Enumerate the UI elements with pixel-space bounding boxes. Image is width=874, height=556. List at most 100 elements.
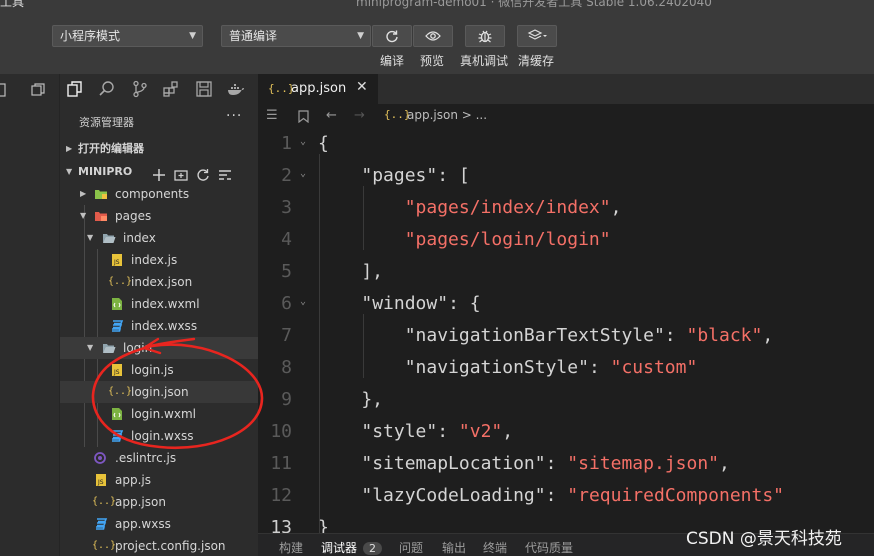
tree-item-index-folder[interactable]: ▼ index [60,227,258,249]
tab-label: 终端 [483,541,508,555]
code-line: { [318,133,329,154]
code-line: "navigationBarTextStyle": "black", [404,325,774,346]
wxss-file-icon [110,430,124,442]
search-icon[interactable] [98,80,116,98]
extensions-icon[interactable] [162,80,180,98]
explorer-title: 资源管理器 [79,116,134,129]
remote-debug-button[interactable] [465,25,505,47]
code-line: "window": { [361,293,481,314]
tree-item-index-wxss[interactable]: index.wxss [60,315,258,337]
panel-icon[interactable] [0,83,6,97]
tab-label: 构建 [279,541,304,555]
tree-item-label: login [123,341,153,355]
tree-item-app-wxss[interactable]: app.wxss [60,513,258,535]
preview-label: 预览 [420,54,445,68]
pages-folder-icon [94,210,108,222]
tab-output[interactable]: 输出 [442,539,466,556]
clear-cache-button[interactable] [517,25,557,47]
project-section[interactable]: ▼ MINIPRO [60,161,258,183]
arrow-right-icon[interactable]: → [354,108,365,123]
json-file-icon: {..} [92,496,117,507]
tree-item-index-json[interactable]: {..} index.json [60,271,258,293]
breadcrumb[interactable]: app.json > ... [407,108,487,122]
tab-problems[interactable]: 问题 [399,539,423,556]
source-control-icon[interactable] [131,80,149,98]
json-file-icon: {..} [108,386,133,397]
tree-item-index-js[interactable]: JS index.js [60,249,258,271]
copy-icon[interactable] [66,80,84,98]
code-editor[interactable]: 1 2 3 4 5 6 7 8 9 10 11 12 13 ⌄ ⌄ ⌄ { "p… [258,128,874,554]
wxml-file-icon [110,298,124,310]
code-line: "pages": [ [361,165,470,186]
collapse-all-icon[interactable] [218,168,232,182]
line-number: 9 [281,389,292,410]
mode-select[interactable]: 小程序模式 ▼ [52,25,203,47]
tree-item-label: app.wxss [115,517,171,531]
tree-item-eslintrc[interactable]: .eslintrc.js [60,447,258,469]
tree-item-label: index.json [131,275,193,289]
close-icon[interactable]: ✕ [356,79,368,95]
refresh-icon[interactable] [196,168,210,182]
code-line: "lazyCodeLoading": "requiredComponents" [361,485,785,506]
code-line: }, [318,389,384,410]
tree-item-label: pages [115,209,152,223]
code-line: "navigationStyle": "custom" [404,357,698,378]
arrow-left-icon[interactable]: ← [326,108,337,123]
remote-debug-label: 真机调试 [460,54,509,68]
tree-item-label: index [123,231,156,245]
tree-item-app-json[interactable]: {..} app.json [60,491,258,513]
editor-tab-bar: {..} app.json ✕ [258,74,874,104]
chevron-down-icon: ▼ [357,31,364,41]
preview-button[interactable] [413,25,453,47]
code-line: "pages/index/index", [404,197,622,218]
tab-code-quality[interactable]: 代码质量 [525,539,573,556]
new-folder-icon[interactable] [174,168,188,182]
code-line: "pages/login/login" [404,229,611,250]
tab-app-json[interactable]: {..} app.json ✕ [258,74,378,104]
tab-build[interactable]: 构建 [279,539,303,556]
open-editors-label: 打开的编辑器 [78,142,144,155]
fold-chevron-icon[interactable]: ⌄ [300,288,306,320]
tree-item-label: app.json [115,495,166,509]
list-icon[interactable]: ☰ [266,108,278,123]
tab-debugger[interactable]: 调试器 2 [321,539,383,556]
window-icon[interactable] [31,83,45,97]
editor-area: {..} app.json ✕ ☰ ← → {..} app.json > ..… [258,74,874,556]
tab-label: app.json [291,81,347,96]
tree-item-label: components [115,187,190,201]
compile-select[interactable]: 普通编译 ▼ [221,25,371,47]
compile-select-value: 普通编译 [229,29,278,43]
docker-icon[interactable] [227,80,245,98]
window-title-left: 工具 [0,0,25,9]
tab-label: 代码质量 [525,541,574,555]
compile-button[interactable] [372,25,412,47]
line-number: 3 [281,197,292,218]
fold-chevron-icon[interactable]: ⌄ [300,128,306,160]
tree-item-label: index.wxss [131,319,198,333]
tree-item-pages[interactable]: ▼ pages [60,205,258,227]
tree-item-login-js[interactable]: JS login.js [60,359,258,381]
count-badge: 2 [363,542,383,555]
js-file-icon: JS [110,254,124,266]
bug-icon [478,30,492,43]
tree-item-project-config[interactable]: {..} project.config.json [60,535,258,556]
bookmark-icon[interactable] [298,110,309,123]
tree-item-components[interactable]: ▶ components [60,183,258,205]
clear-cache-label: 清缓存 [518,54,555,68]
compile-label: 编译 [380,54,405,68]
fold-chevron-icon[interactable]: ⌄ [300,160,306,192]
new-file-icon[interactable] [152,168,166,182]
line-number: 11 [270,453,292,474]
tree-item-login-wxss[interactable]: login.wxss [60,425,258,447]
line-number: 10 [270,421,292,442]
tree-item-login-json[interactable]: {..} login.json [60,381,258,403]
tree-item-login-wxml[interactable]: login.wxml [60,403,258,425]
open-editors-section[interactable]: ▶ 打开的编辑器 [60,138,258,160]
tree-item-index-wxml[interactable]: index.wxml [60,293,258,315]
more-icon[interactable]: ··· [226,108,242,124]
tree-item-login-folder[interactable]: ▼ login [60,337,258,359]
svg-text:JS: JS [113,259,120,266]
tab-terminal[interactable]: 终端 [483,539,507,556]
save-icon[interactable] [195,80,213,98]
tree-item-app-js[interactable]: JS app.js [60,469,258,491]
